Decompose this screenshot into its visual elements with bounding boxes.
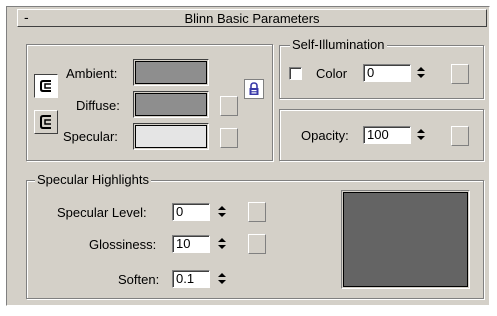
diffuse-color-swatch[interactable] bbox=[133, 91, 209, 118]
lock-button[interactable] bbox=[244, 79, 264, 99]
self-illumination-spinner[interactable] bbox=[414, 64, 428, 82]
ambient-color-swatch[interactable] bbox=[133, 59, 209, 86]
self-illumination-map-button[interactable] bbox=[451, 64, 469, 84]
self-illumination-color-checkbox[interactable] bbox=[289, 67, 302, 80]
self-illumination-legend: Self-Illumination bbox=[290, 37, 387, 53]
spinner-down-icon bbox=[417, 74, 425, 78]
opacity-map-button[interactable] bbox=[451, 126, 469, 146]
specular-level-map-button[interactable] bbox=[248, 202, 266, 222]
spinner-down-icon bbox=[218, 280, 226, 284]
self-illumination-value-field[interactable]: 0 bbox=[363, 64, 411, 82]
opacity-spinner[interactable] bbox=[414, 126, 428, 144]
spinner-up-icon bbox=[417, 129, 425, 133]
specular-highlights-legend: Specular Highlights bbox=[35, 172, 152, 188]
highlight-curve-preview bbox=[341, 190, 470, 289]
ambient-link-icon bbox=[40, 80, 51, 92]
spinner-down-icon bbox=[218, 245, 226, 249]
opacity-value-field[interactable]: 100 bbox=[363, 126, 411, 144]
soften-label: Soften: bbox=[118, 272, 160, 287]
specular-link-icon bbox=[40, 115, 51, 129]
spinner-up-icon bbox=[417, 67, 425, 71]
specular-label: Specular: bbox=[63, 129, 118, 144]
spinner-down-icon bbox=[218, 213, 226, 217]
specular-level-label: Specular Level: bbox=[57, 205, 147, 220]
diffuse-color bbox=[135, 93, 207, 116]
specular-level-field[interactable]: 0 bbox=[172, 203, 210, 221]
glossiness-map-button[interactable] bbox=[248, 234, 266, 254]
soften-field[interactable]: 0.1 bbox=[172, 270, 210, 288]
lock-icon bbox=[249, 82, 259, 95]
diffuse-label: Diffuse: bbox=[76, 98, 120, 113]
diffuse-map-button[interactable] bbox=[220, 96, 238, 116]
soften-spinner[interactable] bbox=[215, 270, 229, 288]
highlight-preview-fill bbox=[343, 192, 468, 287]
spinner-up-icon bbox=[218, 238, 226, 242]
glossiness-spinner[interactable] bbox=[215, 235, 229, 253]
ambient-color bbox=[135, 61, 207, 84]
spinner-up-icon bbox=[218, 273, 226, 277]
rollout-header[interactable]: - Blinn Basic Parameters bbox=[17, 9, 487, 27]
ambient-diffuse-link-button[interactable] bbox=[34, 74, 58, 98]
specular-color-swatch[interactable] bbox=[133, 123, 209, 150]
spinner-down-icon bbox=[417, 136, 425, 140]
rollout-title: Blinn Basic Parameters bbox=[184, 11, 320, 26]
self-illumination-color-label: Color bbox=[316, 66, 348, 81]
glossiness-field[interactable]: 10 bbox=[172, 235, 210, 253]
specular-color bbox=[135, 125, 207, 148]
specular-map-button[interactable] bbox=[220, 128, 238, 148]
glossiness-label: Glossiness: bbox=[89, 237, 157, 252]
specular-level-spinner[interactable] bbox=[215, 203, 229, 221]
diffuse-specular-link-button[interactable] bbox=[34, 110, 58, 134]
spinner-up-icon bbox=[218, 206, 226, 210]
opacity-label: Opacity: bbox=[301, 128, 349, 143]
ambient-label: Ambient: bbox=[66, 66, 118, 81]
